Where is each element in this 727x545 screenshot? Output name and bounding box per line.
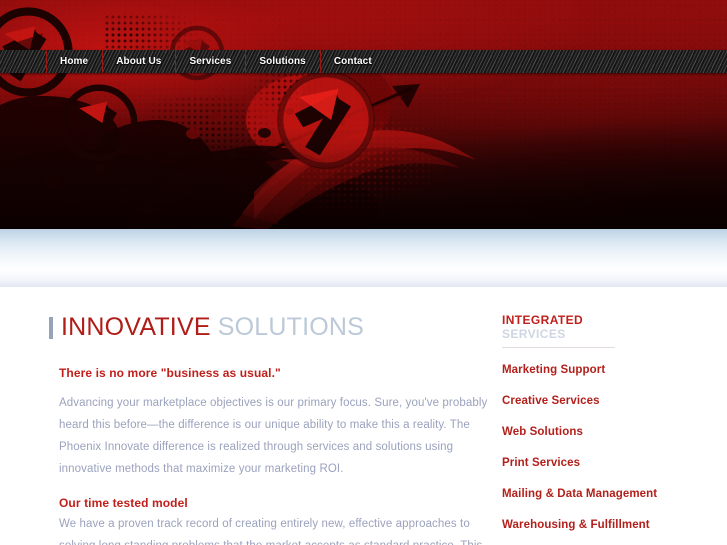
main-navigation[interactable]: Home About Us Services Solutions Contact <box>0 50 727 73</box>
sidebar-title-light: SERVICES <box>502 327 566 341</box>
nav-left-spacer <box>0 50 46 73</box>
page-title-light: SOLUTIONS <box>217 313 364 341</box>
nav-item-label: Home <box>60 56 89 67</box>
nav-item-contact[interactable]: Contact <box>319 50 386 73</box>
nav-item-about-us[interactable]: About Us <box>102 50 175 73</box>
sidebar-link-marketing-support[interactable]: Marketing Support <box>502 364 727 376</box>
hero-content-divider <box>0 229 727 287</box>
sidebar-link-mailing-data-management[interactable]: Mailing & Data Management <box>502 488 727 500</box>
page-title: INNOVATIVE SOLUTIONS <box>49 313 492 342</box>
page-content: INNOVATIVE SOLUTIONS There is no more "b… <box>0 287 727 545</box>
section-heading-2: Our time tested model <box>59 496 188 510</box>
nav-item-label: About Us <box>116 56 162 67</box>
title-accent-bar <box>49 316 53 339</box>
main-column: INNOVATIVE SOLUTIONS There is no more "b… <box>0 313 492 545</box>
sidebar-title: INTEGRATED SERVICES <box>502 313 615 348</box>
page-title-strong: INNOVATIVE <box>61 313 211 341</box>
nav-item-home[interactable]: Home <box>46 50 102 73</box>
hero-banner: Home About Us Services Solutions Contact <box>0 0 727 229</box>
section-paragraph-2: We have a proven track record of creatin… <box>59 518 482 545</box>
sidebar-link-print-services[interactable]: Print Services <box>502 457 727 469</box>
hero-vignette <box>0 0 727 229</box>
section-paragraph-1: Advancing your marketplace objectives is… <box>59 397 488 475</box>
nav-item-services[interactable]: Services <box>175 50 245 73</box>
sidebar-link-creative-services[interactable]: Creative Services <box>502 395 727 407</box>
section-heading-1: There is no more "business as usual." <box>59 366 281 380</box>
nav-item-label: Contact <box>333 56 372 67</box>
sidebar-title-strong: INTEGRATED <box>502 313 584 327</box>
sidebar-link-web-solutions[interactable]: Web Solutions <box>502 426 727 438</box>
sidebar-link-warehousing-fulfillment[interactable]: Warehousing & Fulfillment <box>502 519 727 531</box>
sidebar: INTEGRATED SERVICES Marketing Support Cr… <box>492 313 727 545</box>
nav-right-spacer <box>386 50 727 73</box>
nav-item-label: Solutions <box>259 56 306 67</box>
nav-item-label: Services <box>189 56 232 67</box>
nav-item-solutions[interactable]: Solutions <box>245 50 319 73</box>
